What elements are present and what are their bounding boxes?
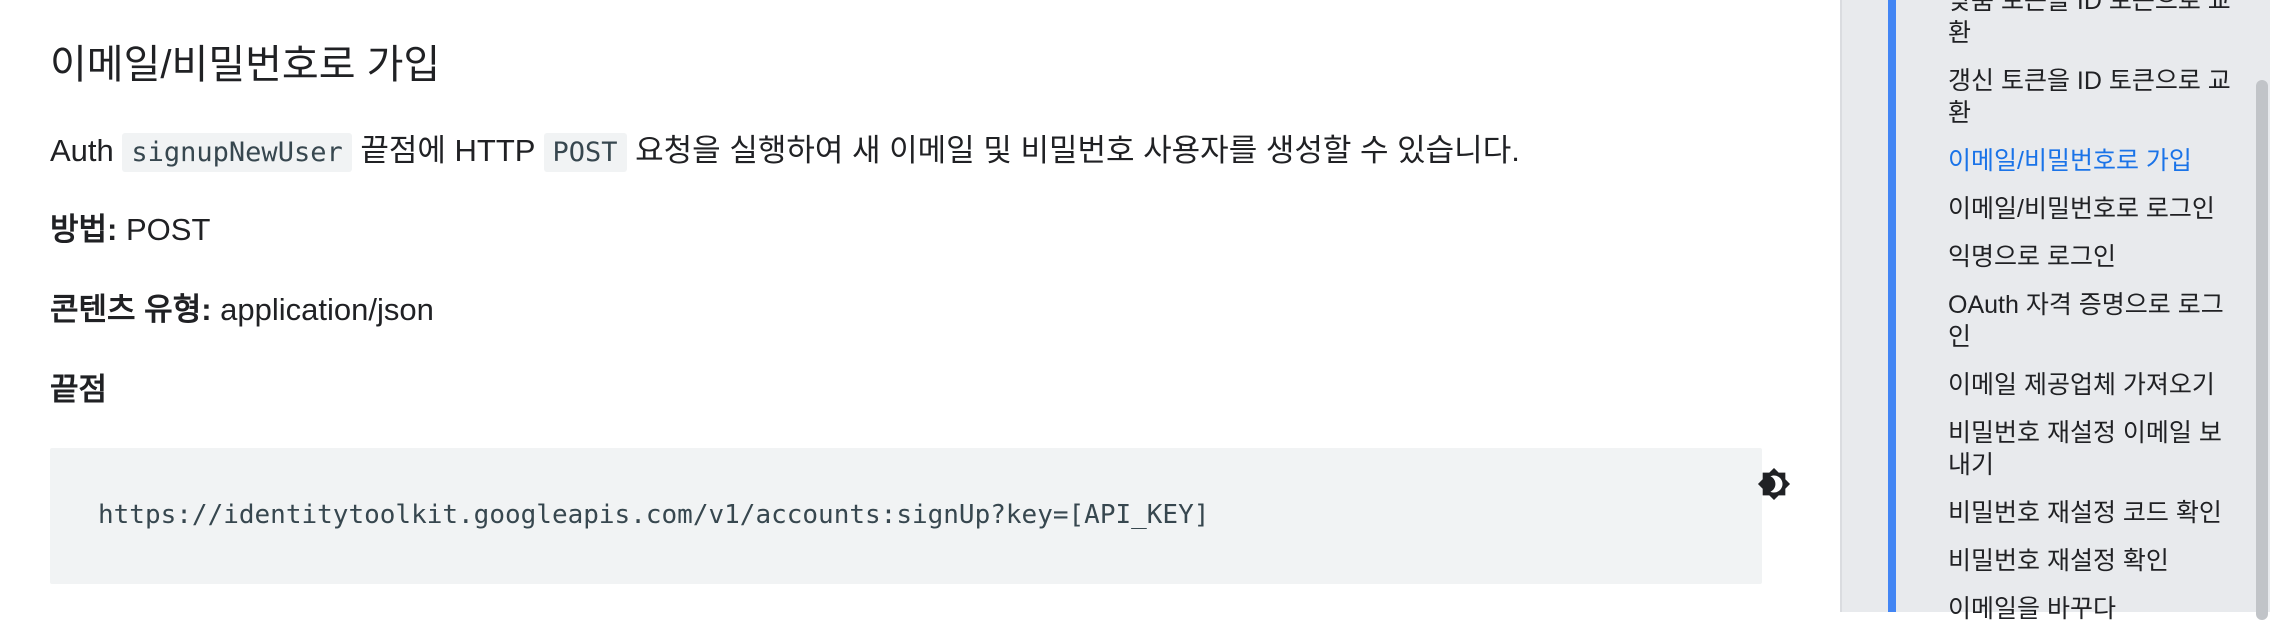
method-value: POST bbox=[117, 212, 211, 247]
endpoint-heading: 끝점 bbox=[50, 372, 108, 407]
toc-item[interactable]: OAuth 자격 증명으로 로그인 bbox=[1948, 282, 2244, 362]
dark-mode-toggle-button[interactable] bbox=[1752, 462, 1796, 506]
toc-active-indicator bbox=[1888, 0, 1896, 612]
content-type-value: application/json bbox=[211, 292, 434, 327]
toc-item[interactable]: 이메일/비밀번호로 가입 bbox=[1948, 138, 2244, 186]
endpoint-url[interactable]: https://identitytoolkit.googleapis.com/v… bbox=[98, 498, 1209, 532]
endpoint-code-block: https://identitytoolkit.googleapis.com/v… bbox=[50, 448, 1791, 584]
toc-item[interactable]: 갱신 토큰을 ID 토큰으로 교환 bbox=[1948, 58, 2244, 138]
method-line: 방법: POST bbox=[50, 208, 210, 252]
signup-new-user-code: signupNewUser bbox=[122, 133, 352, 172]
toc-item[interactable]: 익명으로 로그인 bbox=[1948, 234, 2244, 282]
toc-item[interactable]: 비밀번호 재설정 이메일 보내기 bbox=[1948, 410, 2244, 490]
toc-sidebar: 맞춤 토큰을 ID 토큰으로 교환 갱신 토큰을 ID 토큰으로 교환 이메일/비밀… bbox=[1840, 0, 2270, 623]
dark-mode-toggle-icon bbox=[1757, 467, 1791, 501]
post-code: POST bbox=[543, 133, 627, 172]
toc-item[interactable]: 비밀번호 재설정 확인 bbox=[1948, 538, 2244, 586]
method-label: 방법: bbox=[50, 212, 118, 247]
toc-item[interactable]: 맞춤 토큰을 ID 토큰으로 교환 bbox=[1948, 0, 2244, 58]
toc-list: 맞춤 토큰을 ID 토큰으로 교환 갱신 토큰을 ID 토큰으로 교환 이메일/비밀… bbox=[1948, 0, 2244, 634]
intro-paragraph: Auth signupNewUser 끝점에 HTTP POST 요청을 실행하… bbox=[50, 128, 1520, 176]
intro-text-start: Auth bbox=[50, 133, 123, 168]
sidebar-scrollbar[interactable] bbox=[2256, 80, 2268, 620]
toc-item[interactable]: 이메일 제공업체 가져오기 bbox=[1948, 362, 2244, 410]
toc-item[interactable]: 이메일/비밀번호로 로그인 bbox=[1948, 186, 2244, 234]
intro-text-mid: 끝점에 HTTP bbox=[351, 133, 544, 168]
content-type-label: 콘텐츠 유형: bbox=[50, 292, 212, 327]
section-title: 이메일/비밀번호로 가입 bbox=[50, 43, 441, 87]
toc-item[interactable]: 비밀번호 재설정 코드 확인 bbox=[1948, 490, 2244, 538]
main-content: 이메일/비밀번호로 가입 Auth signupNewUser 끝점에 HTTP… bbox=[0, 0, 1840, 612]
content-type-line: 콘텐츠 유형: application/json bbox=[50, 288, 434, 332]
toc-item[interactable]: 이메일을 바꾸다 bbox=[1948, 586, 2244, 634]
intro-text-end: 요청을 실행하여 새 이메일 및 비밀번호 사용자를 생성할 수 있습니다. bbox=[626, 133, 1520, 168]
